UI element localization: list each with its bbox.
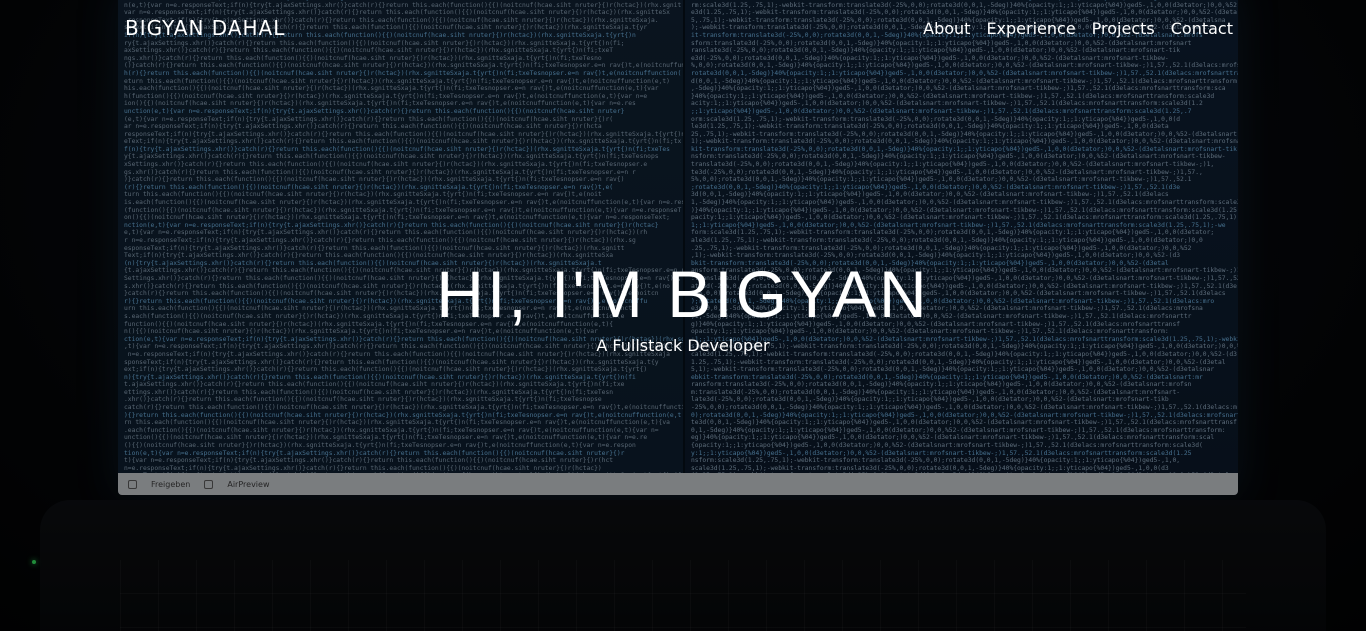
brand-logo[interactable]: BIGYAN DAHAL [125,16,285,40]
nav-links: About Experience Projects Contact [923,19,1233,38]
nav-link-about[interactable]: About [923,19,970,38]
nav-link-experience[interactable]: Experience [986,19,1075,38]
hero-subtitle: A Fullstack Developer [596,336,770,355]
hero: HI, I'M BIGYAN A Fullstack Developer [0,258,1366,355]
navbar: BIGYAN DAHAL About Experience Projects C… [0,0,1366,56]
nav-link-projects[interactable]: Projects [1092,19,1155,38]
hero-title: HI, I'M BIGYAN [436,257,930,331]
nav-link-contact[interactable]: Contact [1171,19,1233,38]
